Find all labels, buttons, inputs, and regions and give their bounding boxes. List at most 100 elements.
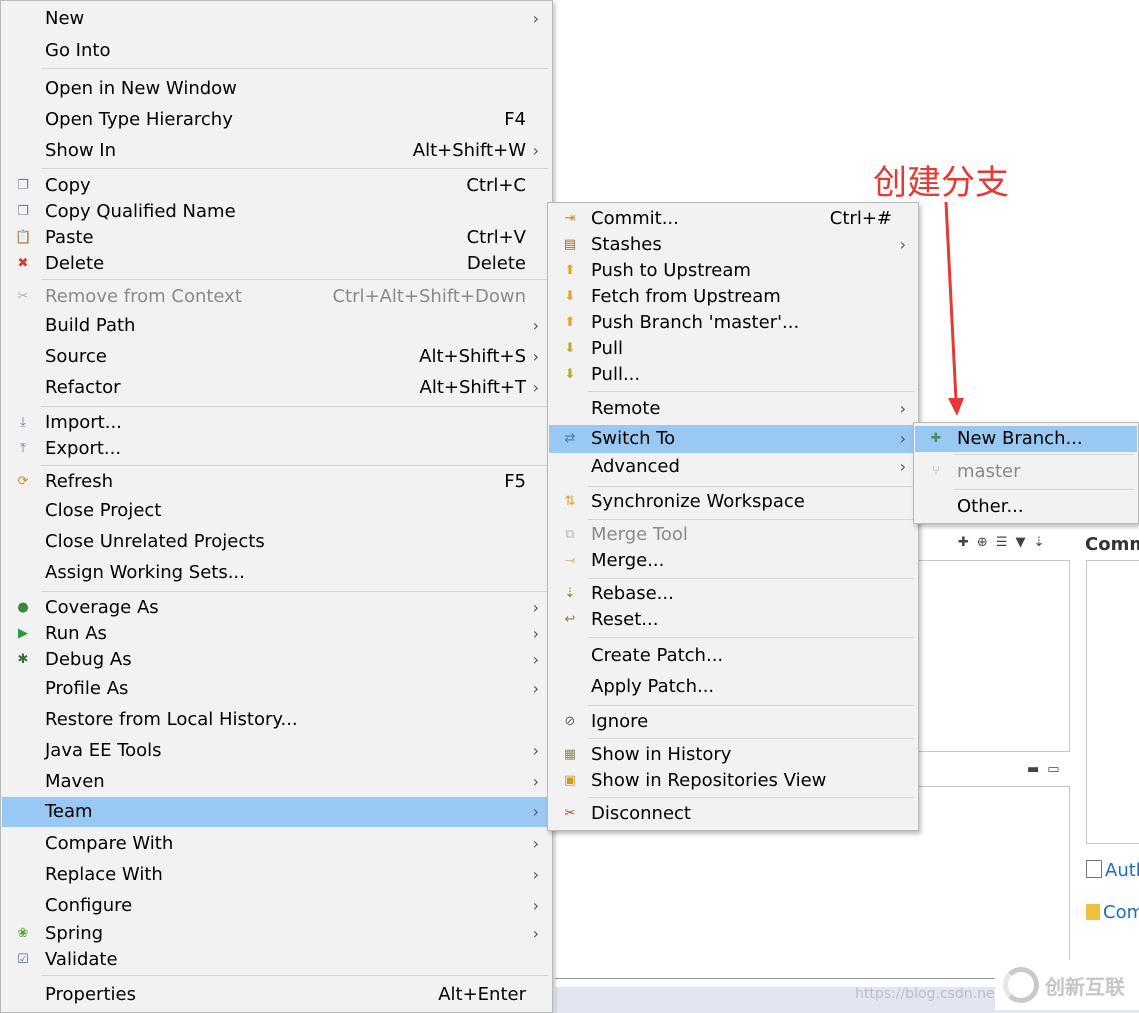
main-menu-item-go-into[interactable]: Go Into — [2, 37, 551, 65]
maximize-icon[interactable]: ▭ — [1047, 762, 1059, 777]
team-menu-item-fetch-from-upstream[interactable]: ⬇ Fetch from Upstream — [549, 284, 917, 310]
main-menu-item-shortcut: Delete — [466, 253, 526, 274]
main-menu-item-copy-qualified-name[interactable]: ❐ Copy Qualified Name — [2, 199, 551, 225]
team-menu-item-remote[interactable]: Remote › — [549, 396, 917, 422]
main-menu-item-build-path[interactable]: Build Path › — [2, 312, 551, 340]
main-menu-item-debug-as[interactable]: ✱ Debug As › — [2, 647, 551, 673]
validate-icon: ☑ — [17, 952, 29, 967]
switch-menu-item-other[interactable]: Other... — [915, 493, 1137, 521]
minimize-icon[interactable]: ▬ — [1027, 762, 1039, 777]
main-menu-item-shortcut: Alt+Shift+S — [419, 346, 526, 367]
main-menu-item-import[interactable]: ⤓ Import... — [2, 410, 551, 436]
main-menu-item-label: Validate — [45, 949, 118, 970]
team-menu-item-reset[interactable]: ↩ Reset... — [549, 607, 917, 633]
main-menu-item-export[interactable]: ⤒ Export... — [2, 436, 551, 462]
chevron-right-icon: › — [899, 235, 906, 254]
team-menu-item-show-in-history[interactable]: ▦ Show in History — [549, 742, 917, 768]
team-menu-item-label: Synchronize Workspace — [591, 491, 805, 512]
main-menu-item-refresh[interactable]: ⟳ Refresh F5 — [2, 469, 551, 495]
chevron-right-icon: › — [532, 378, 539, 397]
chevron-right-icon: › — [532, 624, 539, 643]
switch-menu-item-new-branch[interactable]: ✚ New Branch... — [915, 426, 1137, 452]
main-menu-item-label: Paste — [45, 227, 94, 248]
main-menu-item-close-project[interactable]: Close Project — [2, 497, 551, 525]
menu-separator — [588, 797, 914, 798]
main-menu-item-configure[interactable]: Configure › — [2, 892, 551, 920]
pull-icon: ⬇ — [564, 341, 576, 356]
menu-separator — [41, 406, 548, 407]
team-menu-item-pull[interactable]: ⬇ Pull — [549, 336, 917, 362]
main-menu-item-validate[interactable]: ☑ Validate — [2, 947, 551, 973]
background-toolbar-2: ▬ ▭ — [1027, 762, 1060, 777]
main-menu-item-delete[interactable]: ✖ Delete Delete — [2, 251, 551, 277]
team-menu-item-label: Show in Repositories View — [591, 770, 827, 791]
team-menu-item-label: Rebase... — [591, 583, 674, 604]
main-menu-item-label: Delete — [45, 253, 105, 274]
team-menu-item-advanced[interactable]: Advanced › — [549, 454, 917, 480]
team-menu-item-ignore[interactable]: ⊘ Ignore — [549, 709, 917, 735]
chevron-right-icon: › — [532, 834, 539, 853]
main-menu-item-open-in-new-window[interactable]: Open in New Window — [2, 75, 551, 103]
background-link-author[interactable]: Auth — [1086, 860, 1139, 881]
main-menu-item-compare-with[interactable]: Compare With › — [2, 830, 551, 858]
import-icon: ⤓ — [20, 415, 26, 430]
main-menu-item-properties[interactable]: Properties Alt+Enter — [2, 981, 551, 1009]
background-link-committer[interactable]: Com — [1086, 902, 1139, 923]
main-menu-item-run-as[interactable]: ▶ Run As › — [2, 621, 551, 647]
team-menu-item-stashes[interactable]: ▤ Stashes › — [549, 232, 917, 258]
main-menu-item-maven[interactable]: Maven › — [2, 768, 551, 796]
menu-separator — [588, 486, 914, 487]
main-menu-item-profile-as[interactable]: Profile As › — [2, 675, 551, 703]
list-icon[interactable]: ☰ — [996, 535, 1008, 550]
team-menu-item-disconnect[interactable]: ✂ Disconnect — [549, 801, 917, 827]
chevron-right-icon: › — [532, 316, 539, 335]
main-menu-item-refactor[interactable]: Refactor Alt+Shift+T › — [2, 374, 551, 402]
repositories-icon: ▣ — [563, 773, 577, 788]
switch-to-submenu: ✚ New Branch... ⑂ master Other... — [913, 422, 1139, 524]
team-menu-item-label: Advanced — [591, 456, 680, 477]
main-menu-item-label: Replace With — [45, 864, 163, 885]
chevron-right-icon: › — [532, 598, 539, 617]
main-menu-item-team[interactable]: Team › — [2, 797, 551, 827]
team-menu-item-push-to-upstream[interactable]: ⬆ Push to Upstream — [549, 258, 917, 284]
main-menu-item-new[interactable]: New › — [2, 5, 551, 33]
team-menu-item-rebase[interactable]: ⇣ Rebase... — [549, 581, 917, 607]
merge-tool-icon: ⧉ — [565, 527, 575, 542]
main-menu-item-replace-with[interactable]: Replace With › — [2, 861, 551, 889]
watermark-logo-icon — [1003, 967, 1039, 1003]
team-menu-item-show-in-repositories-view[interactable]: ▣ Show in Repositories View — [549, 768, 917, 794]
sort-icon[interactable]: ⇣ — [1033, 535, 1044, 550]
collapse-icon[interactable]: ⊕ — [977, 535, 988, 550]
team-menu-item-synchronize-workspace[interactable]: ⇅ Synchronize Workspace — [549, 489, 917, 515]
main-menu-item-copy[interactable]: ❐ Copy Ctrl+C — [2, 173, 551, 199]
team-menu-item-label: Apply Patch... — [591, 676, 715, 697]
team-menu-item-apply-patch[interactable]: Apply Patch... — [549, 673, 917, 701]
merge-icon: ⤙ — [564, 553, 576, 568]
team-menu-item-create-patch[interactable]: Create Patch... — [549, 642, 917, 670]
main-menu-item-label: New — [45, 8, 85, 29]
main-menu-item-restore-from-local-history[interactable]: Restore from Local History... — [2, 706, 551, 734]
background-toolbar: ✚ ⊕ ☰ ▼ ⇣ — [958, 535, 1044, 550]
team-menu-item-merge[interactable]: ⤙ Merge... — [549, 548, 917, 574]
team-menu-item-push-branch-master[interactable]: ⬆ Push Branch 'master'... — [549, 310, 917, 336]
main-menu-item-close-unrelated-projects[interactable]: Close Unrelated Projects — [2, 528, 551, 556]
main-menu-item-paste[interactable]: 📋 Paste Ctrl+V — [2, 225, 551, 251]
main-menu-item-open-type-hierarchy[interactable]: Open Type Hierarchy F4 — [2, 106, 551, 134]
main-menu-item-label: Coverage As — [45, 597, 159, 618]
team-menu-item-pull[interactable]: ⬇ Pull... — [549, 362, 917, 388]
main-menu-item-label: Configure — [45, 895, 133, 916]
team-menu-item-label: Fetch from Upstream — [591, 286, 781, 307]
team-menu-item-switch-to[interactable]: ⇄ Switch To › — [549, 425, 917, 453]
expand-all-icon[interactable]: ✚ — [958, 535, 969, 550]
view-menu-icon[interactable]: ▼ — [1015, 535, 1025, 550]
main-menu-item-coverage-as[interactable]: ● Coverage As › — [2, 595, 551, 621]
main-menu-item-show-in[interactable]: Show In Alt+Shift+W › — [2, 137, 551, 165]
main-menu-item-label: Source — [45, 346, 107, 367]
main-menu-item-source[interactable]: Source Alt+Shift+S › — [2, 343, 551, 371]
main-menu-item-label: Copy — [45, 175, 91, 196]
main-menu-item-spring[interactable]: ❀ Spring › — [2, 921, 551, 947]
main-menu-item-assign-working-sets[interactable]: Assign Working Sets... — [2, 559, 551, 587]
main-menu-item-java-ee-tools[interactable]: Java EE Tools › — [2, 737, 551, 765]
spring-icon: ❀ — [17, 926, 29, 941]
team-menu-item-commit[interactable]: ⇥ Commit... Ctrl+# — [549, 206, 917, 232]
